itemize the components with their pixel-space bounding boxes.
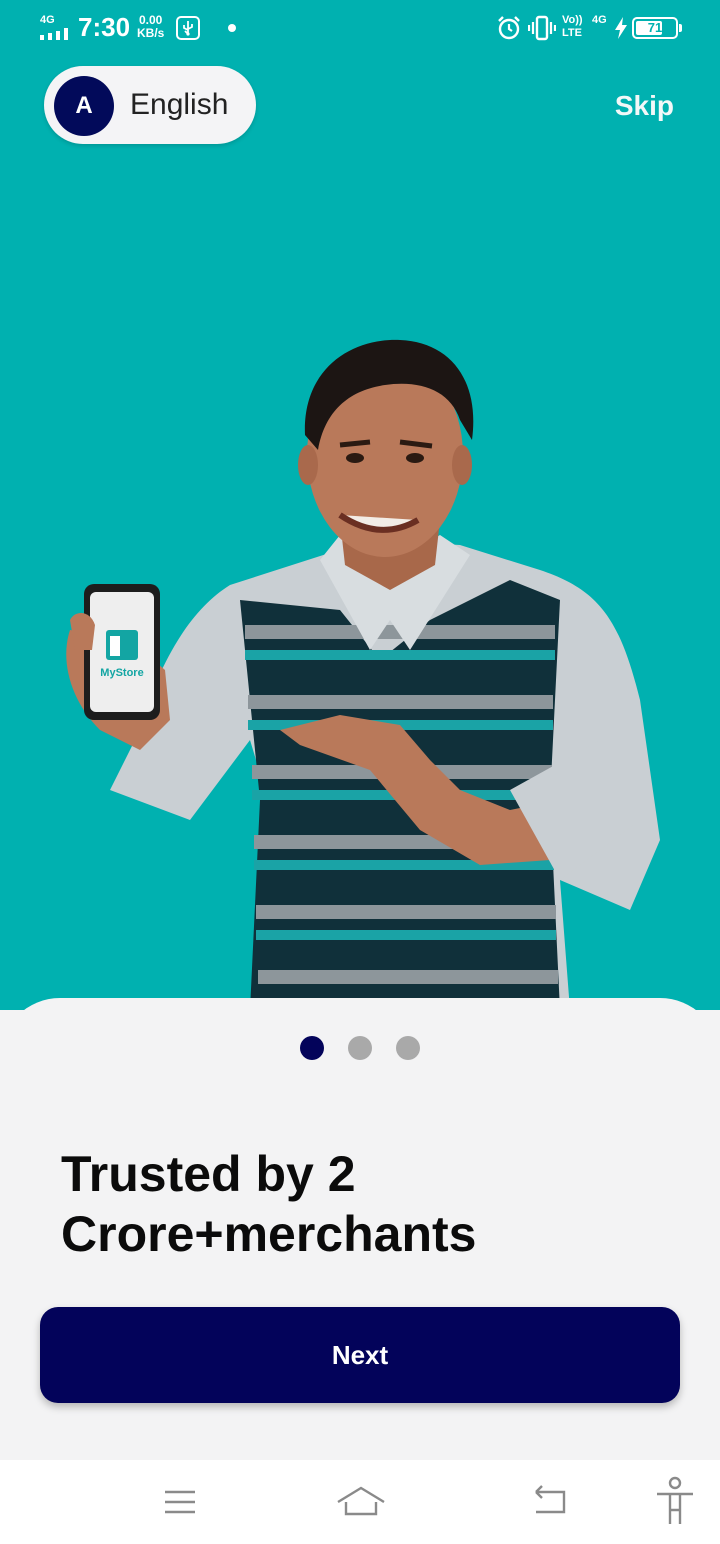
brand-ambassador-illustration: MyStore bbox=[66, 339, 660, 1010]
signal-icon: 4G bbox=[38, 14, 72, 40]
network-type: 4G bbox=[40, 14, 55, 26]
language-selector[interactable]: A English bbox=[44, 66, 256, 144]
signal-bars-icon bbox=[40, 28, 68, 40]
notification-dot-icon bbox=[228, 24, 236, 32]
home-icon[interactable] bbox=[336, 1480, 386, 1524]
skip-button[interactable]: Skip bbox=[615, 90, 674, 122]
phone-app-label: MyStore bbox=[100, 667, 143, 679]
back-icon[interactable] bbox=[528, 1480, 572, 1524]
carousel-dot[interactable] bbox=[396, 1036, 420, 1060]
charging-icon bbox=[615, 17, 627, 39]
hero-banner: 4G 7:30 0.00 KB/s Vo)) LTE 4G 71 A Engli… bbox=[0, 0, 720, 1010]
carousel-indicator bbox=[300, 1036, 430, 1060]
battery-icon: 71 bbox=[632, 17, 682, 39]
accessibility-icon[interactable] bbox=[652, 1476, 698, 1528]
carousel-dot[interactable] bbox=[348, 1036, 372, 1060]
battery-percent: 71 bbox=[647, 20, 663, 35]
speed-unit: KB/s bbox=[137, 26, 165, 40]
status-bar: 4G 7:30 0.00 KB/s Vo)) LTE 4G 71 bbox=[0, 0, 720, 56]
language-icon: A bbox=[54, 76, 114, 136]
onboarding-headline: Trusted by 2 Crore+merchants bbox=[61, 1146, 477, 1262]
volte-icon: Vo)) LTE bbox=[562, 14, 583, 40]
status-time: 7:30 bbox=[78, 12, 131, 42]
next-button[interactable]: Next bbox=[40, 1307, 680, 1403]
volte-top: Vo)) bbox=[562, 14, 583, 26]
usb-icon bbox=[176, 16, 200, 40]
network-speed: 0.00 KB/s bbox=[137, 14, 164, 40]
network-type-right: 4G bbox=[592, 14, 607, 26]
vibrate-icon bbox=[528, 15, 556, 41]
carousel-dot[interactable] bbox=[300, 1036, 324, 1060]
volte-bottom: LTE bbox=[562, 27, 582, 39]
menu-icon[interactable] bbox=[158, 1480, 202, 1524]
alarm-icon bbox=[498, 16, 520, 40]
system-navigation-bar bbox=[0, 1460, 720, 1544]
language-label: English bbox=[130, 88, 229, 121]
onboarding-sheet: Trusted by 2 Crore+merchants Next bbox=[0, 998, 720, 1460]
